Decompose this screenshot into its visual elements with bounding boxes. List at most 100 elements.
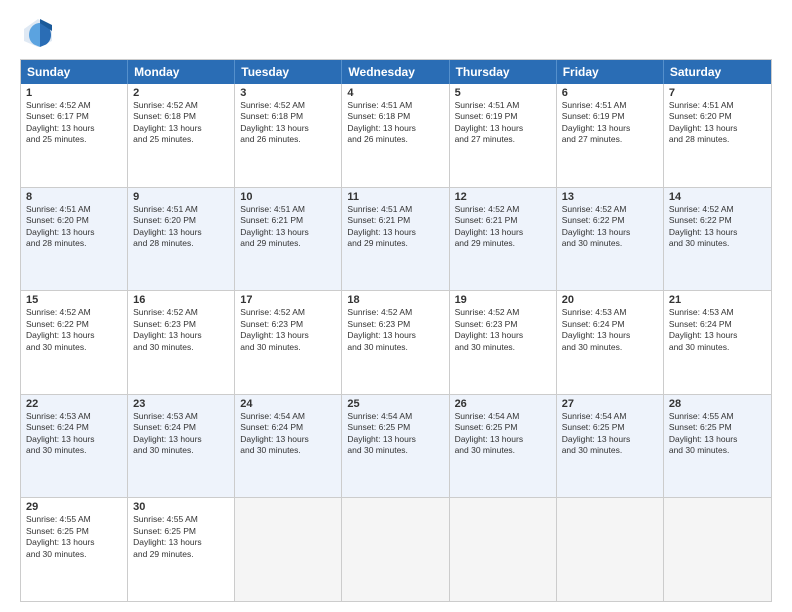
day-number: 19 xyxy=(455,294,551,306)
cell-info: Sunrise: 4:52 AMSunset: 6:21 PMDaylight:… xyxy=(455,204,551,250)
day-number: 10 xyxy=(240,191,336,203)
cell-info: Sunrise: 4:51 AMSunset: 6:20 PMDaylight:… xyxy=(669,100,766,146)
cell-info: Sunrise: 4:51 AMSunset: 6:21 PMDaylight:… xyxy=(240,204,336,250)
day-cell-1: 1Sunrise: 4:52 AMSunset: 6:17 PMDaylight… xyxy=(21,84,128,187)
day-cell-24: 24Sunrise: 4:54 AMSunset: 6:24 PMDayligh… xyxy=(235,395,342,498)
day-cell-12: 12Sunrise: 4:52 AMSunset: 6:21 PMDayligh… xyxy=(450,188,557,291)
day-cell-25: 25Sunrise: 4:54 AMSunset: 6:25 PMDayligh… xyxy=(342,395,449,498)
day-number: 21 xyxy=(669,294,766,306)
day-number: 22 xyxy=(26,398,122,410)
calendar-row-1: 8Sunrise: 4:51 AMSunset: 6:20 PMDaylight… xyxy=(21,187,771,291)
day-cell-30: 30Sunrise: 4:55 AMSunset: 6:25 PMDayligh… xyxy=(128,498,235,601)
calendar: SundayMondayTuesdayWednesdayThursdayFrid… xyxy=(20,59,772,602)
cell-info: Sunrise: 4:55 AMSunset: 6:25 PMDaylight:… xyxy=(26,514,122,560)
day-cell-14: 14Sunrise: 4:52 AMSunset: 6:22 PMDayligh… xyxy=(664,188,771,291)
day-cell-29: 29Sunrise: 4:55 AMSunset: 6:25 PMDayligh… xyxy=(21,498,128,601)
cell-info: Sunrise: 4:54 AMSunset: 6:24 PMDaylight:… xyxy=(240,411,336,457)
day-number: 12 xyxy=(455,191,551,203)
day-cell-13: 13Sunrise: 4:52 AMSunset: 6:22 PMDayligh… xyxy=(557,188,664,291)
cell-info: Sunrise: 4:51 AMSunset: 6:19 PMDaylight:… xyxy=(455,100,551,146)
cell-info: Sunrise: 4:53 AMSunset: 6:24 PMDaylight:… xyxy=(562,307,658,353)
calendar-row-2: 15Sunrise: 4:52 AMSunset: 6:22 PMDayligh… xyxy=(21,290,771,394)
day-cell-19: 19Sunrise: 4:52 AMSunset: 6:23 PMDayligh… xyxy=(450,291,557,394)
cell-info: Sunrise: 4:53 AMSunset: 6:24 PMDaylight:… xyxy=(669,307,766,353)
day-number: 2 xyxy=(133,87,229,99)
header-day-thursday: Thursday xyxy=(450,60,557,84)
day-cell-8: 8Sunrise: 4:51 AMSunset: 6:20 PMDaylight… xyxy=(21,188,128,291)
day-cell-26: 26Sunrise: 4:54 AMSunset: 6:25 PMDayligh… xyxy=(450,395,557,498)
day-number: 8 xyxy=(26,191,122,203)
day-number: 20 xyxy=(562,294,658,306)
empty-cell xyxy=(664,498,771,601)
day-cell-15: 15Sunrise: 4:52 AMSunset: 6:22 PMDayligh… xyxy=(21,291,128,394)
cell-info: Sunrise: 4:51 AMSunset: 6:18 PMDaylight:… xyxy=(347,100,443,146)
cell-info: Sunrise: 4:54 AMSunset: 6:25 PMDaylight:… xyxy=(455,411,551,457)
header-day-tuesday: Tuesday xyxy=(235,60,342,84)
header xyxy=(20,15,772,51)
cell-info: Sunrise: 4:51 AMSunset: 6:20 PMDaylight:… xyxy=(26,204,122,250)
cell-info: Sunrise: 4:53 AMSunset: 6:24 PMDaylight:… xyxy=(26,411,122,457)
day-cell-7: 7Sunrise: 4:51 AMSunset: 6:20 PMDaylight… xyxy=(664,84,771,187)
day-cell-20: 20Sunrise: 4:53 AMSunset: 6:24 PMDayligh… xyxy=(557,291,664,394)
header-day-saturday: Saturday xyxy=(664,60,771,84)
logo-icon xyxy=(20,15,56,51)
day-cell-6: 6Sunrise: 4:51 AMSunset: 6:19 PMDaylight… xyxy=(557,84,664,187)
cell-info: Sunrise: 4:52 AMSunset: 6:18 PMDaylight:… xyxy=(133,100,229,146)
day-number: 25 xyxy=(347,398,443,410)
day-number: 4 xyxy=(347,87,443,99)
cell-info: Sunrise: 4:53 AMSunset: 6:24 PMDaylight:… xyxy=(133,411,229,457)
cell-info: Sunrise: 4:52 AMSunset: 6:23 PMDaylight:… xyxy=(240,307,336,353)
cell-info: Sunrise: 4:51 AMSunset: 6:20 PMDaylight:… xyxy=(133,204,229,250)
day-number: 29 xyxy=(26,501,122,513)
header-day-sunday: Sunday xyxy=(21,60,128,84)
cell-info: Sunrise: 4:55 AMSunset: 6:25 PMDaylight:… xyxy=(669,411,766,457)
page: SundayMondayTuesdayWednesdayThursdayFrid… xyxy=(0,0,792,612)
day-cell-2: 2Sunrise: 4:52 AMSunset: 6:18 PMDaylight… xyxy=(128,84,235,187)
header-day-monday: Monday xyxy=(128,60,235,84)
day-number: 11 xyxy=(347,191,443,203)
day-number: 17 xyxy=(240,294,336,306)
day-number: 24 xyxy=(240,398,336,410)
day-cell-27: 27Sunrise: 4:54 AMSunset: 6:25 PMDayligh… xyxy=(557,395,664,498)
day-cell-9: 9Sunrise: 4:51 AMSunset: 6:20 PMDaylight… xyxy=(128,188,235,291)
cell-info: Sunrise: 4:52 AMSunset: 6:23 PMDaylight:… xyxy=(133,307,229,353)
empty-cell xyxy=(557,498,664,601)
day-cell-28: 28Sunrise: 4:55 AMSunset: 6:25 PMDayligh… xyxy=(664,395,771,498)
day-cell-5: 5Sunrise: 4:51 AMSunset: 6:19 PMDaylight… xyxy=(450,84,557,187)
day-number: 9 xyxy=(133,191,229,203)
cell-info: Sunrise: 4:51 AMSunset: 6:19 PMDaylight:… xyxy=(562,100,658,146)
logo xyxy=(20,15,62,51)
calendar-row-0: 1Sunrise: 4:52 AMSunset: 6:17 PMDaylight… xyxy=(21,84,771,187)
header-day-wednesday: Wednesday xyxy=(342,60,449,84)
empty-cell xyxy=(235,498,342,601)
day-cell-17: 17Sunrise: 4:52 AMSunset: 6:23 PMDayligh… xyxy=(235,291,342,394)
day-number: 23 xyxy=(133,398,229,410)
day-number: 14 xyxy=(669,191,766,203)
day-number: 15 xyxy=(26,294,122,306)
day-cell-21: 21Sunrise: 4:53 AMSunset: 6:24 PMDayligh… xyxy=(664,291,771,394)
cell-info: Sunrise: 4:52 AMSunset: 6:18 PMDaylight:… xyxy=(240,100,336,146)
cell-info: Sunrise: 4:52 AMSunset: 6:17 PMDaylight:… xyxy=(26,100,122,146)
cell-info: Sunrise: 4:52 AMSunset: 6:23 PMDaylight:… xyxy=(455,307,551,353)
cell-info: Sunrise: 4:54 AMSunset: 6:25 PMDaylight:… xyxy=(347,411,443,457)
calendar-body: 1Sunrise: 4:52 AMSunset: 6:17 PMDaylight… xyxy=(21,84,771,601)
day-cell-22: 22Sunrise: 4:53 AMSunset: 6:24 PMDayligh… xyxy=(21,395,128,498)
cell-info: Sunrise: 4:52 AMSunset: 6:23 PMDaylight:… xyxy=(347,307,443,353)
empty-cell xyxy=(450,498,557,601)
calendar-header: SundayMondayTuesdayWednesdayThursdayFrid… xyxy=(21,60,771,84)
day-number: 3 xyxy=(240,87,336,99)
cell-info: Sunrise: 4:54 AMSunset: 6:25 PMDaylight:… xyxy=(562,411,658,457)
day-number: 13 xyxy=(562,191,658,203)
cell-info: Sunrise: 4:52 AMSunset: 6:22 PMDaylight:… xyxy=(562,204,658,250)
day-number: 18 xyxy=(347,294,443,306)
day-number: 26 xyxy=(455,398,551,410)
day-number: 27 xyxy=(562,398,658,410)
day-number: 28 xyxy=(669,398,766,410)
day-cell-10: 10Sunrise: 4:51 AMSunset: 6:21 PMDayligh… xyxy=(235,188,342,291)
day-cell-23: 23Sunrise: 4:53 AMSunset: 6:24 PMDayligh… xyxy=(128,395,235,498)
day-cell-4: 4Sunrise: 4:51 AMSunset: 6:18 PMDaylight… xyxy=(342,84,449,187)
cell-info: Sunrise: 4:52 AMSunset: 6:22 PMDaylight:… xyxy=(26,307,122,353)
day-cell-11: 11Sunrise: 4:51 AMSunset: 6:21 PMDayligh… xyxy=(342,188,449,291)
day-cell-16: 16Sunrise: 4:52 AMSunset: 6:23 PMDayligh… xyxy=(128,291,235,394)
calendar-row-3: 22Sunrise: 4:53 AMSunset: 6:24 PMDayligh… xyxy=(21,394,771,498)
